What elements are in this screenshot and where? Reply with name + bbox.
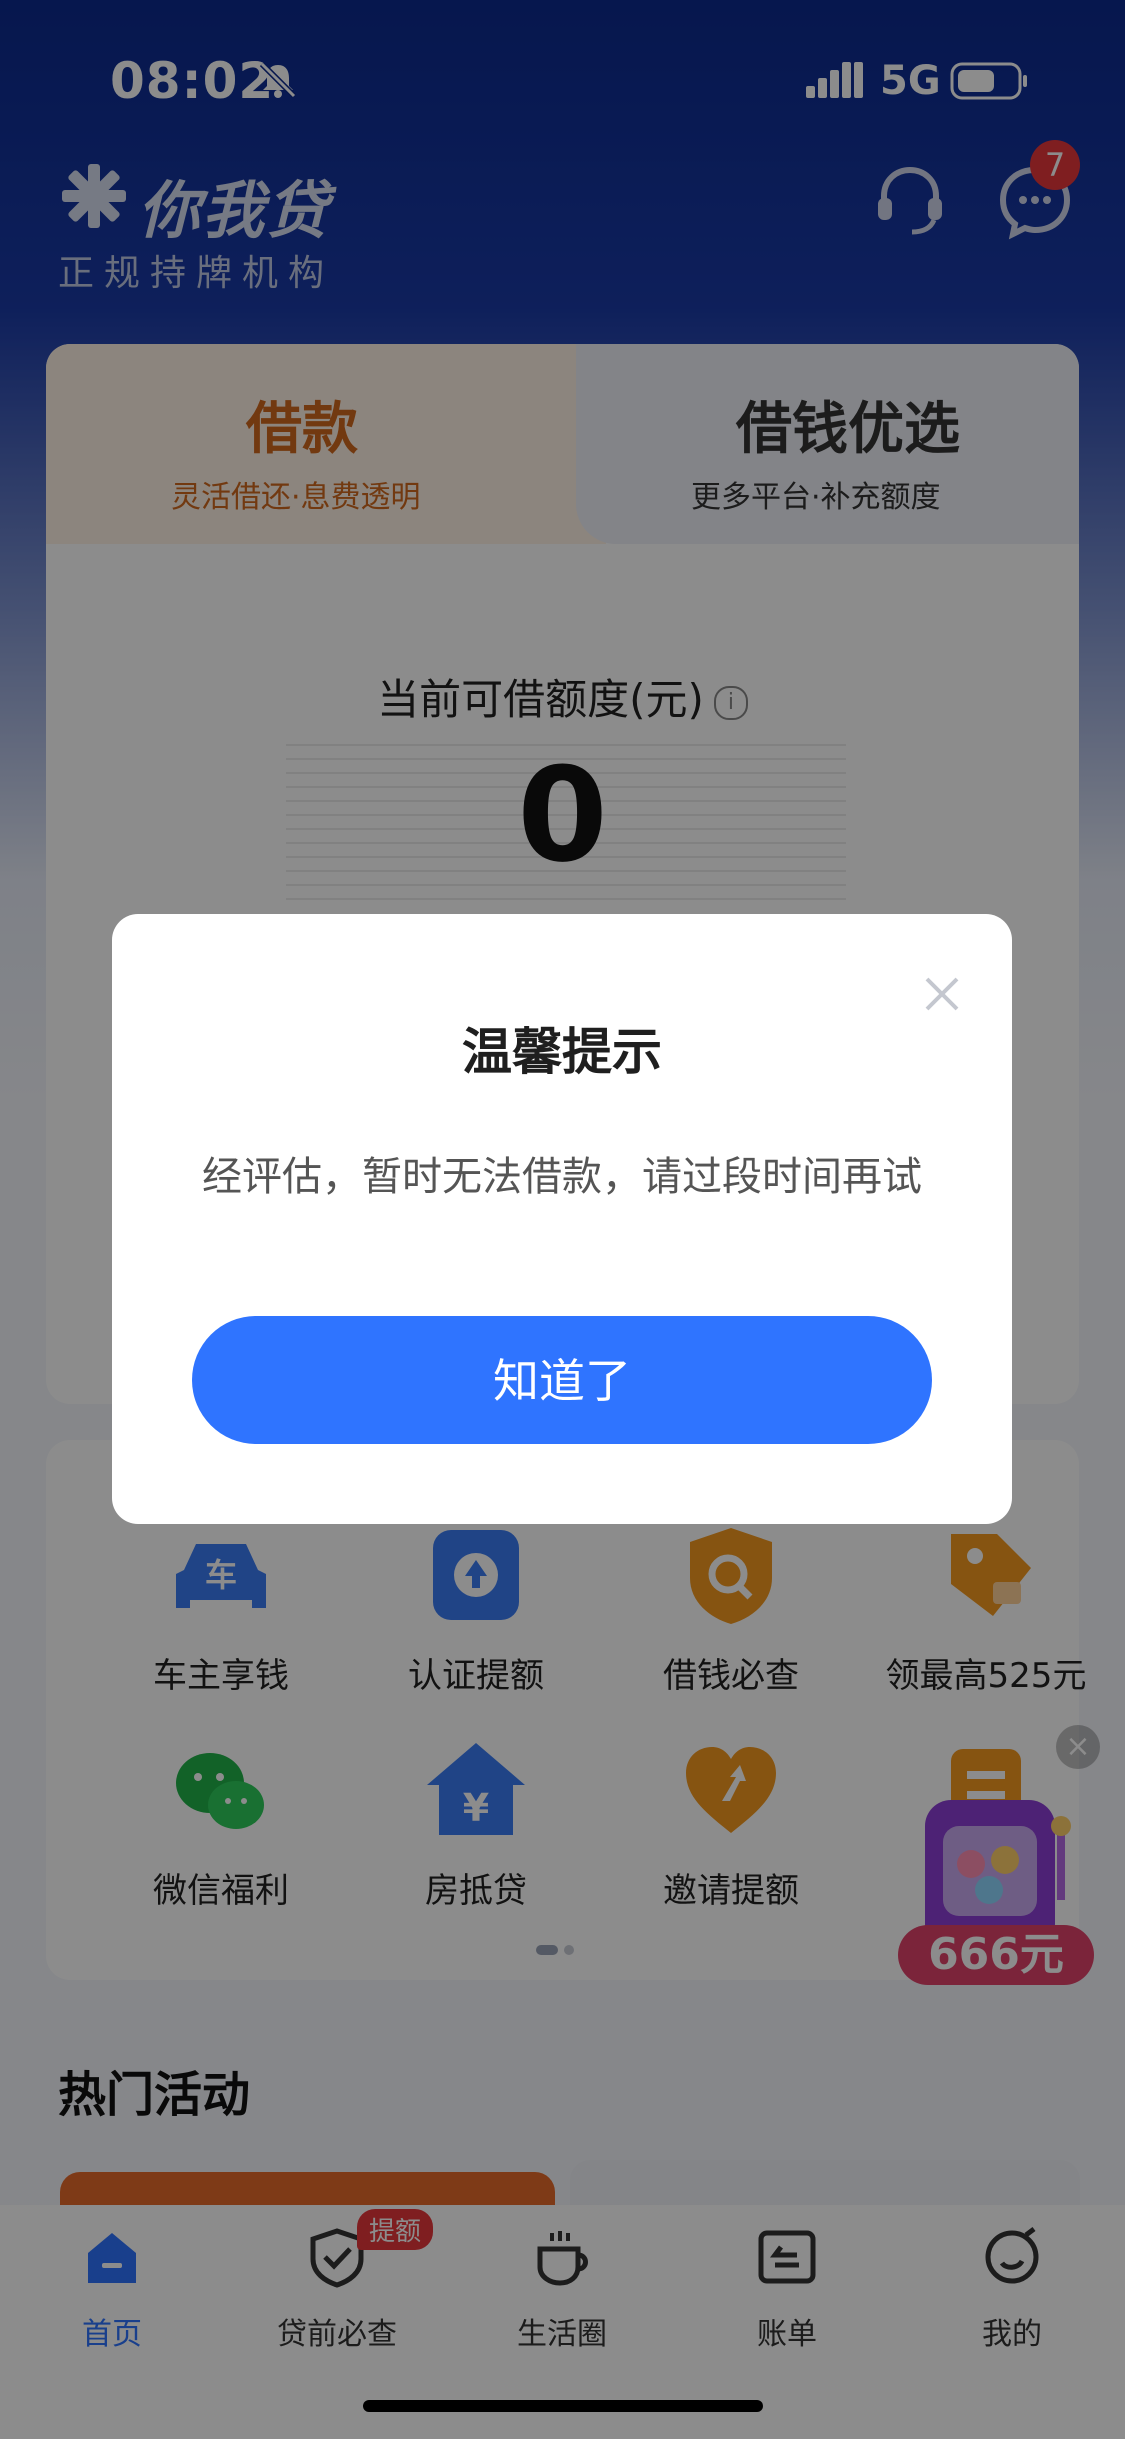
dialog-title: 温馨提示	[462, 1023, 662, 1081]
got-it-button[interactable]: 知道了	[192, 1316, 932, 1444]
dialog-message: 经评估，暂时无法借款，请过段时间再试	[202, 1154, 922, 1200]
notice-dialog: 温馨提示 经评估，暂时无法借款，请过段时间再试 知道了	[112, 914, 1012, 1524]
home-indicator[interactable]	[363, 2400, 763, 2412]
